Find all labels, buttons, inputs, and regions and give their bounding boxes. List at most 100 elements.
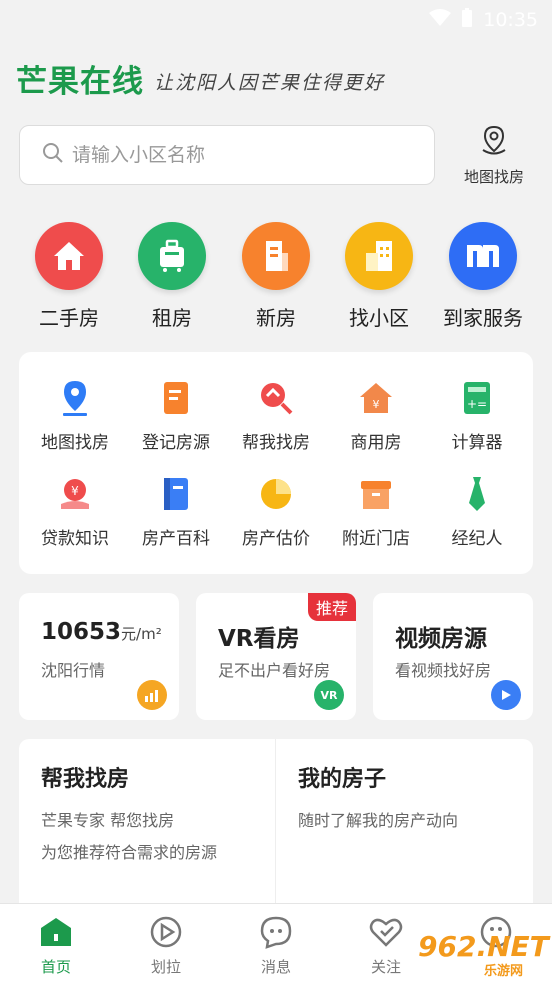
- clock-time: 10:35: [483, 9, 538, 31]
- tab-label: 划拉: [150, 958, 181, 976]
- help-find-line1: 芒果专家 帮您找房: [41, 811, 175, 830]
- category-label: 新房: [256, 306, 296, 330]
- tool-label: 商用房: [350, 433, 402, 453]
- tab-messages[interactable]: 消息: [236, 914, 316, 977]
- category-community[interactable]: 找小区: [329, 222, 429, 331]
- feature-cards: 帮我找房 芒果专家 帮您找房 为您推荐符合需求的房源 我的房子 随时了解我的房产…: [19, 739, 533, 919]
- market-price-unit: 元/m²: [121, 625, 162, 643]
- map-find-label: 地图找房: [463, 168, 524, 186]
- tool-label: 贷款知识: [41, 529, 109, 549]
- search-box[interactable]: [19, 125, 435, 185]
- svg-text:+=: +=: [467, 397, 487, 411]
- commercial-icon: ¥: [356, 378, 396, 418]
- tab-swipe[interactable]: 划拉: [126, 914, 206, 977]
- battery-icon: [461, 7, 473, 33]
- category-home-service[interactable]: 到家服务: [433, 222, 533, 331]
- my-house-card[interactable]: 我的房子 随时了解我的房产动向: [276, 739, 532, 919]
- category-row: 二手房 租房 新房 找小区 到家服务: [0, 222, 552, 332]
- tool-label: 附近门店: [342, 529, 410, 549]
- register-icon: [156, 378, 196, 418]
- tool-valuation[interactable]: 房产估价: [226, 474, 326, 549]
- tool-label: 地图找房: [41, 433, 109, 453]
- tool-agent[interactable]: 经纪人: [427, 474, 527, 549]
- tab-home[interactable]: 首页: [16, 914, 96, 977]
- help-find-card[interactable]: 帮我找房 芒果专家 帮您找房 为您推荐符合需求的房源: [19, 739, 275, 919]
- search-house-icon: [256, 378, 296, 418]
- category-label: 租房: [152, 306, 192, 330]
- my-house-line1: 随时了解我的房产动向: [298, 811, 459, 830]
- market-price: 10653元/m²: [41, 619, 162, 645]
- tool-label: 帮我找房: [242, 433, 310, 453]
- recommend-badge: 推荐: [307, 593, 356, 621]
- vr-card[interactable]: 推荐 VR看房 足不出户看好房 VR: [196, 593, 356, 720]
- suitcase-icon: [138, 222, 206, 290]
- tab-label: 关注: [370, 958, 401, 976]
- video-card[interactable]: 视频房源 看视频找好房: [373, 593, 533, 720]
- book-icon: [156, 474, 196, 514]
- category-new[interactable]: 新房: [226, 222, 326, 331]
- play-circle-icon: [148, 914, 184, 950]
- play-icon: [491, 680, 521, 710]
- tool-label: 房产估价: [242, 529, 310, 549]
- tool-register-listing[interactable]: 登记房源: [126, 378, 226, 453]
- svg-text:¥: ¥: [373, 398, 380, 411]
- tool-nearby-stores[interactable]: 附近门店: [326, 474, 426, 549]
- buildings-icon: [345, 222, 413, 290]
- help-find-desc: 芒果专家 帮您找房 为您推荐符合需求的房源: [41, 805, 217, 869]
- tool-label: 房产百科: [142, 529, 210, 549]
- vr-title: VR看房: [218, 626, 300, 652]
- my-house-title: 我的房子: [298, 767, 387, 792]
- site-watermark: 962.NET 乐游网: [418, 930, 552, 979]
- tool-label: 经纪人: [451, 529, 503, 549]
- help-find-line2: 为您推荐符合需求的房源: [41, 843, 218, 862]
- tool-encyclopedia[interactable]: 房产百科: [126, 474, 226, 549]
- map-pin-icon: [55, 378, 95, 418]
- category-label: 到家服务: [443, 306, 523, 330]
- market-price-value: 10653: [41, 619, 122, 645]
- loan-icon: ¥: [55, 474, 95, 514]
- search-input[interactable]: [72, 144, 392, 166]
- status-bar: 10:35: [0, 0, 552, 40]
- market-card[interactable]: 10653元/m² 沈阳行情: [19, 593, 179, 720]
- store-icon: [356, 474, 396, 514]
- service-logo-icon: [449, 222, 517, 290]
- tool-help-find[interactable]: 帮我找房: [226, 378, 326, 453]
- category-second-hand[interactable]: 二手房: [19, 222, 119, 331]
- home-icon: [38, 914, 74, 950]
- tool-calculator[interactable]: += 计算器: [427, 378, 527, 453]
- map-pin-icon: [477, 125, 511, 162]
- tab-label: 首页: [40, 958, 71, 976]
- building-icon: [242, 222, 310, 290]
- search-icon: [42, 142, 64, 168]
- tool-map-find[interactable]: 地图找房: [25, 378, 125, 453]
- vr-subtitle: 足不出户看好房: [218, 661, 331, 680]
- category-rent[interactable]: 租房: [122, 222, 222, 331]
- tool-label: 登记房源: [142, 433, 210, 453]
- market-subtitle: 沈阳行情: [41, 661, 106, 680]
- category-label: 二手房: [39, 306, 99, 330]
- help-find-title: 帮我找房: [41, 767, 130, 792]
- my-house-desc: 随时了解我的房产动向: [298, 805, 458, 837]
- chart-icon: [137, 680, 167, 710]
- house-icon: [35, 222, 103, 290]
- chat-icon: [258, 914, 294, 950]
- map-find-button[interactable]: 地图找房: [452, 124, 536, 187]
- video-subtitle: 看视频找好房: [395, 661, 492, 680]
- watermark-text: 962.NET: [418, 930, 549, 963]
- tool-commercial[interactable]: ¥ 商用房: [326, 378, 426, 453]
- app-logo: 芒果在线: [16, 64, 144, 100]
- tab-label: 消息: [260, 958, 291, 976]
- heart-check-icon: [368, 914, 404, 950]
- video-title: 视频房源: [395, 626, 487, 652]
- watermark-sub: 乐游网: [484, 964, 524, 979]
- tools-card: 地图找房 登记房源 帮我找房 ¥ 商用房 += 计算器 ¥ 贷款知识 房产百科: [19, 352, 533, 574]
- tab-favorites[interactable]: 关注: [346, 914, 426, 977]
- vr-icon: VR: [314, 680, 344, 710]
- wifi-icon: [429, 8, 452, 32]
- calculator-icon: +=: [457, 378, 497, 418]
- category-label: 找小区: [349, 306, 409, 330]
- pie-icon: [256, 474, 296, 514]
- tool-label: 计算器: [451, 433, 503, 453]
- tool-loan-knowledge[interactable]: ¥ 贷款知识: [25, 474, 125, 549]
- svg-text:¥: ¥: [71, 484, 79, 498]
